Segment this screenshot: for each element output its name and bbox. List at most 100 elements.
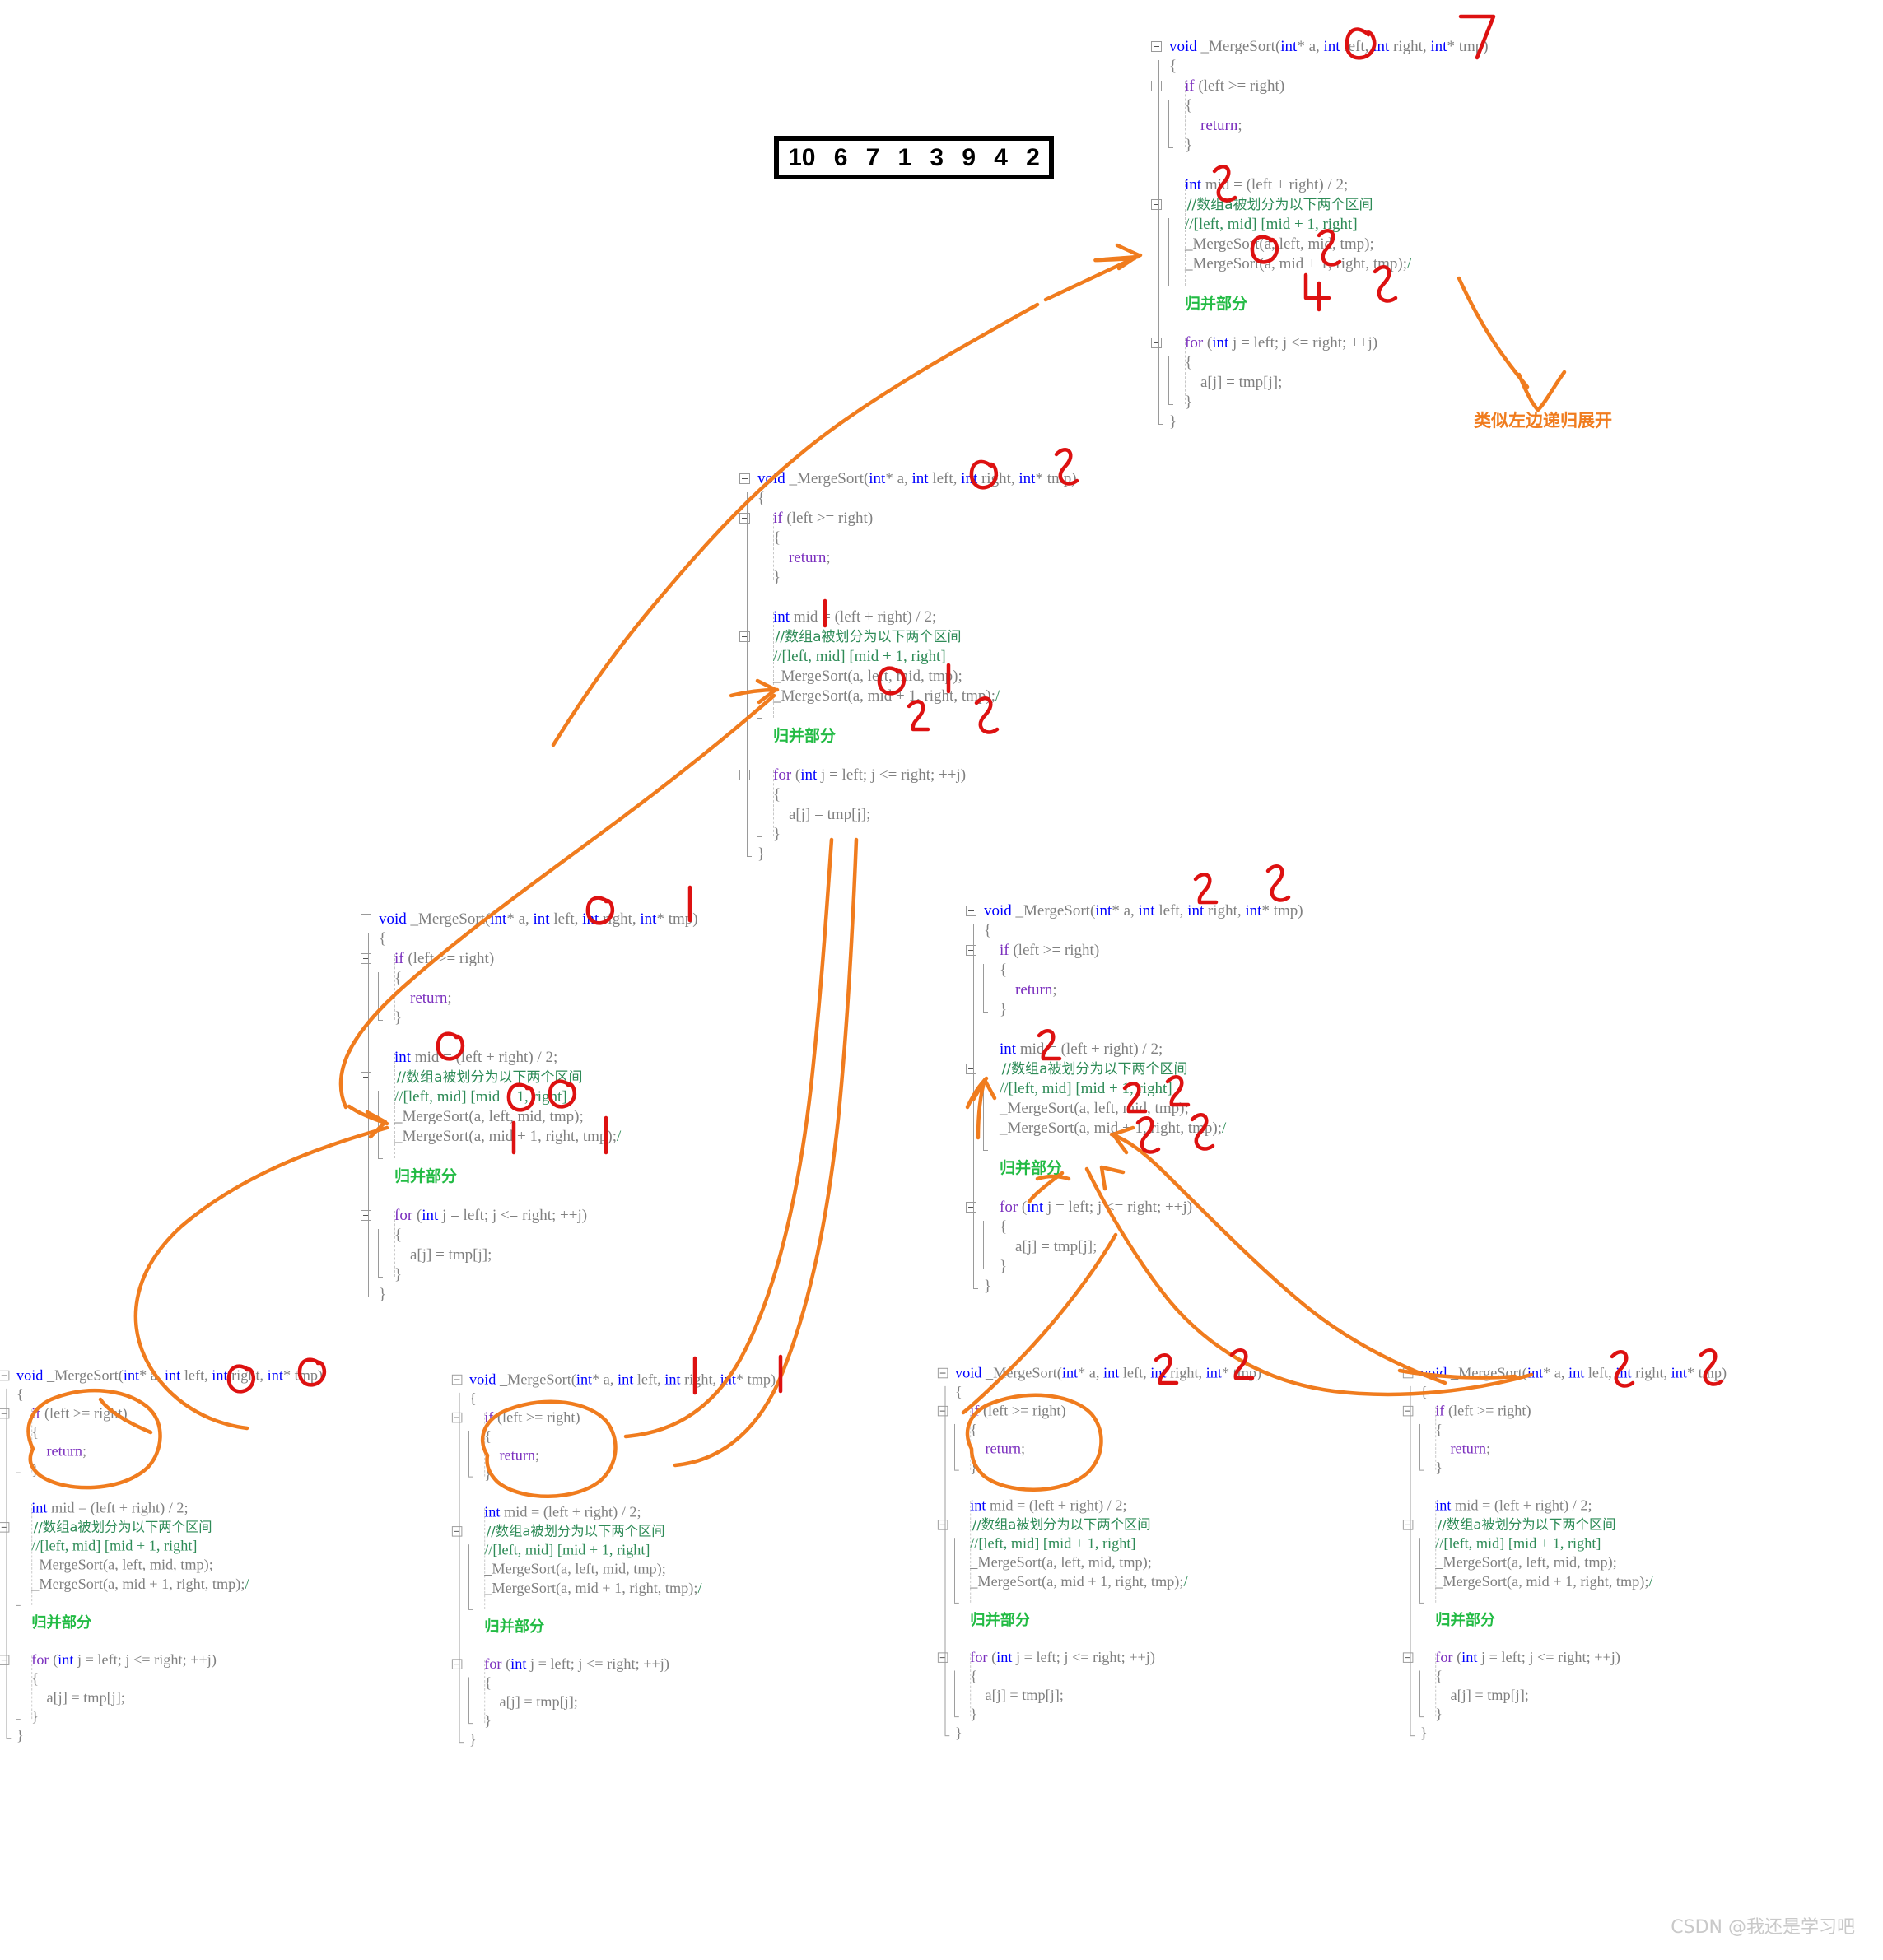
code-line: //[left, mid] [mid + 1, right] xyxy=(1420,1535,1601,1553)
outline-collapse-icon[interactable] xyxy=(1402,1520,1414,1530)
outline-guide-tick xyxy=(973,1288,978,1289)
code-line: //数组a被划分为以下两个区间 xyxy=(1420,1517,1616,1534)
outline-collapse-icon[interactable] xyxy=(937,1652,948,1663)
outline-collapse-icon[interactable] xyxy=(739,631,750,642)
outline-collapse-icon[interactable] xyxy=(966,945,976,956)
code-line: } xyxy=(379,1266,403,1283)
outline-guide-tick xyxy=(459,1742,464,1744)
code-line: 归并部分 xyxy=(984,1158,1303,1178)
outline-guide-tick xyxy=(6,1738,12,1739)
outline-collapse-icon[interactable] xyxy=(0,1408,10,1419)
code-line: } xyxy=(469,1712,492,1730)
code-line: if (left >= right) xyxy=(394,950,495,967)
outline-collapse-icon[interactable] xyxy=(1402,1367,1414,1379)
code-line: { xyxy=(757,786,781,803)
code-line: int mid = (left + right) / 2; xyxy=(484,1504,641,1521)
array-cell: 7 xyxy=(865,143,880,171)
outline-collapse-icon[interactable] xyxy=(451,1374,463,1385)
code-line: { xyxy=(16,1424,39,1441)
outline-collapse-icon[interactable] xyxy=(966,906,976,916)
code-line: _MergeSort(a, left, mid, tmp); xyxy=(16,1557,213,1574)
outline-guide-line xyxy=(459,1392,460,1743)
code-line: } xyxy=(1420,1706,1443,1723)
outline-collapse-icon[interactable] xyxy=(966,1202,976,1213)
array-cell: 3 xyxy=(930,143,944,171)
outline-collapse-icon[interactable] xyxy=(1402,1405,1414,1417)
outline-collapse-icon[interactable] xyxy=(451,1412,463,1423)
code-line: 归并部分 xyxy=(757,726,1077,746)
outline-guide-line xyxy=(747,492,748,856)
outline-collapse-icon[interactable] xyxy=(1151,338,1162,348)
code-line: return; xyxy=(789,549,831,566)
code-line: { xyxy=(1169,97,1193,114)
code-line: if (left >= right) xyxy=(970,1403,1066,1420)
outline-collapse-icon[interactable] xyxy=(1151,41,1162,52)
outline-collapse-icon[interactable] xyxy=(0,1522,10,1533)
code-line: _MergeSort(a, left, mid, tmp); xyxy=(1169,235,1374,253)
outline-collapse-icon[interactable] xyxy=(937,1367,948,1379)
code-line: } xyxy=(16,1727,24,1744)
outline-gutter xyxy=(1148,37,1173,432)
outline-collapse-icon[interactable] xyxy=(0,1655,10,1665)
outline-collapse-icon[interactable] xyxy=(361,1072,371,1082)
outline-collapse-icon[interactable] xyxy=(937,1520,948,1530)
code-line: { xyxy=(1169,58,1177,75)
code-line: return; xyxy=(499,1447,540,1464)
code-line: void _MergeSort(int* a, int left, int ri… xyxy=(757,470,1077,487)
code-line: return; xyxy=(1015,981,1057,999)
array-cell: 10 xyxy=(788,143,816,171)
outline-gutter xyxy=(0,1366,21,1746)
code-line: //[left, mid] [mid + 1, right] xyxy=(16,1538,198,1555)
code-line: } xyxy=(757,569,781,586)
code-line: { xyxy=(984,961,1008,979)
code-line: if (left >= right) xyxy=(31,1405,128,1422)
outline-collapse-icon[interactable] xyxy=(739,513,750,524)
code-line: void _MergeSort(int* a, int left, int ri… xyxy=(1420,1364,1727,1382)
code-line: 归并部分 xyxy=(379,1166,698,1186)
outline-collapse-icon[interactable] xyxy=(361,1210,371,1221)
outline-collapse-icon[interactable] xyxy=(739,473,750,484)
recursive-expand-note: 类似左边递归展开 xyxy=(1474,411,1612,431)
outline-guide-line xyxy=(973,924,974,1288)
outline-collapse-icon[interactable] xyxy=(1151,81,1162,91)
outline-collapse-icon[interactable] xyxy=(1402,1652,1414,1663)
code-line: { xyxy=(469,1390,477,1408)
array-cell: 9 xyxy=(962,143,976,171)
code-line: //数组a被划分为以下两个区间 xyxy=(955,1517,1151,1534)
code-line: //数组a被划分为以下两个区间 xyxy=(1169,197,1373,213)
outline-collapse-icon[interactable] xyxy=(451,1659,463,1669)
outline-collapse-icon[interactable] xyxy=(451,1526,463,1537)
code-line: { xyxy=(1420,1422,1443,1439)
outline-collapse-icon[interactable] xyxy=(739,770,750,780)
code-line: } xyxy=(469,1731,477,1748)
code-line: //[left, mid] [mid + 1, right] xyxy=(1169,216,1358,233)
code-line: for (int j = left; j <= right; ++j) xyxy=(484,1655,669,1673)
code-line: } xyxy=(1169,393,1193,411)
code-line: if (left >= right) xyxy=(484,1409,580,1427)
code-line: 归并部分 xyxy=(1420,1611,1727,1630)
code-line: int mid = (left + right) / 2; xyxy=(394,1049,558,1066)
outline-collapse-icon[interactable] xyxy=(937,1405,948,1417)
outline-collapse-icon[interactable] xyxy=(361,953,371,964)
code-line: void _MergeSort(int* a, int left, int ri… xyxy=(379,910,698,928)
outline-collapse-icon[interactable] xyxy=(0,1370,10,1381)
outline-guide-line xyxy=(1410,1385,1411,1736)
code-line: if (left >= right) xyxy=(1435,1403,1531,1420)
code-line: return; xyxy=(985,1441,1026,1458)
outline-collapse-icon[interactable] xyxy=(1151,199,1162,210)
outline-collapse-icon[interactable] xyxy=(361,914,371,924)
code-line: a[j] = tmp[j]; xyxy=(469,1693,578,1711)
array-cell: 2 xyxy=(1026,143,1040,171)
code-line: int mid = (left + right) / 2; xyxy=(1185,176,1349,193)
outline-collapse-icon[interactable] xyxy=(966,1064,976,1074)
code-line: { xyxy=(757,529,781,547)
